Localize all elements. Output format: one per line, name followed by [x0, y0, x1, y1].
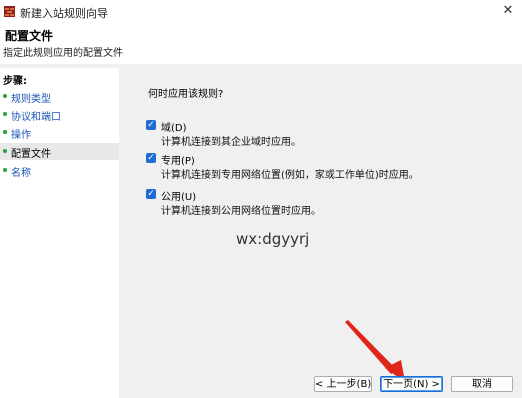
question-text: 何时应用该规则?: [148, 89, 224, 100]
private-checkbox[interactable]: ✓: [146, 153, 156, 163]
green-dot-icon: [3, 130, 7, 134]
option-description: 计算机连接到其企业域时应用。: [161, 137, 301, 148]
domain-checkbox[interactable]: ✓: [146, 120, 156, 130]
option-description: 计算机连接到专用网络位置(例如，家或工作单位)时应用。: [161, 170, 419, 181]
next-button[interactable]: 下一页(N) >: [380, 376, 443, 392]
green-dot-icon: [3, 94, 7, 98]
option-description: 计算机连接到公用网络位置时应用。: [161, 206, 321, 217]
wizard-window: 新建入站规则向导 ✕ 配置文件 指定此规则应用的配置文件 步骤: 规则类型 协议…: [0, 0, 522, 398]
step-item-profile[interactable]: 配置文件: [0, 143, 119, 160]
step-label: 配置文件: [11, 149, 51, 160]
option-domain[interactable]: ✓ 域(D) 计算机连接到其企业域时应用。: [146, 119, 506, 148]
public-checkbox[interactable]: ✓: [146, 189, 156, 199]
green-dot-icon: [3, 149, 7, 153]
step-label: 操作: [11, 130, 31, 141]
firewall-icon: [4, 6, 15, 17]
step-label: 规则类型: [11, 94, 51, 105]
page-header: 配置文件 指定此规则应用的配置文件: [0, 24, 522, 64]
step-label: 名称: [11, 168, 31, 179]
main-content: 何时应用该规则? ✓ 域(D) 计算机连接到其企业域时应用。 ✓ 专用(P) 计…: [121, 68, 522, 398]
title-bar: 新建入站规则向导 ✕: [0, 0, 522, 24]
step-item-name[interactable]: 名称: [0, 162, 119, 179]
green-dot-icon: [3, 112, 7, 116]
green-dot-icon: [3, 168, 7, 172]
option-label: 公用(U): [161, 192, 197, 203]
option-public[interactable]: ✓ 公用(U) 计算机连接到公用网络位置时应用。: [146, 188, 506, 217]
step-item-rule-type[interactable]: 规则类型: [0, 88, 119, 105]
close-icon[interactable]: ✕: [500, 3, 516, 19]
steps-heading: 步骤:: [3, 76, 27, 87]
step-label: 协议和端口: [11, 112, 61, 123]
cancel-button[interactable]: 取消: [451, 376, 513, 392]
page-subtitle: 指定此规则应用的配置文件: [3, 48, 123, 59]
option-label: 域(D): [161, 123, 187, 134]
option-label: 专用(P): [161, 156, 195, 167]
watermark-text: wx:dgyyrj: [236, 230, 310, 248]
back-button[interactable]: < 上一步(B): [314, 376, 372, 392]
page-title: 配置文件: [5, 29, 54, 43]
step-item-protocol-ports[interactable]: 协议和端口: [0, 106, 119, 123]
step-item-action[interactable]: 操作: [0, 124, 119, 141]
steps-sidebar: 步骤: 规则类型 协议和端口 操作 配置文件 名称: [0, 68, 119, 398]
option-private[interactable]: ✓ 专用(P) 计算机连接到专用网络位置(例如，家或工作单位)时应用。: [146, 152, 506, 181]
window-title: 新建入站规则向导: [20, 7, 108, 20]
